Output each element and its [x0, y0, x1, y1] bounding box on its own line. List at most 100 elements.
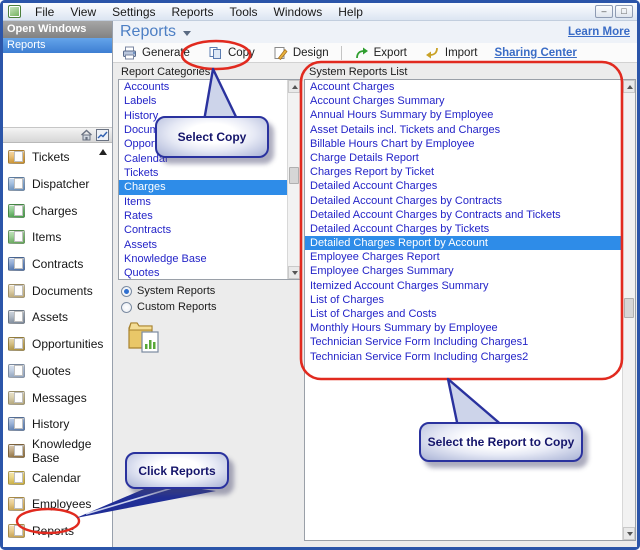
- scroll-down-arrow[interactable]: [288, 266, 300, 279]
- sidebar-item-documents[interactable]: Documents: [3, 277, 112, 304]
- menu-item-settings[interactable]: Settings: [104, 4, 163, 20]
- dispatcher-icon: [8, 177, 25, 191]
- report-row[interactable]: Technician Service Form Including Charge…: [305, 335, 622, 349]
- export-button[interactable]: Export: [345, 43, 416, 62]
- home-icon[interactable]: [80, 129, 93, 141]
- sidebar-item-label: Calendar: [32, 471, 81, 485]
- chart-icon[interactable]: [96, 129, 109, 141]
- sidebar-item-assets[interactable]: Assets: [3, 304, 112, 331]
- category-row[interactable]: Labels: [119, 94, 287, 108]
- reports-scrollbar[interactable]: [622, 80, 635, 540]
- tickets-icon: [8, 150, 25, 164]
- report-row[interactable]: Monthly Hours Summary by Employee: [305, 321, 622, 335]
- report-row[interactable]: Itemized Account Charges Summary: [305, 279, 622, 293]
- categories-scrollbar[interactable]: [287, 80, 300, 279]
- report-row[interactable]: Technician Service Form Including Charge…: [305, 350, 622, 364]
- menu-bar: FileViewSettingsReportsToolsWindowsHelp …: [3, 3, 637, 21]
- category-row[interactable]: Assets: [119, 238, 287, 252]
- generate-label: Generate: [142, 47, 190, 59]
- menu-item-help[interactable]: Help: [330, 4, 371, 20]
- messages-icon: [8, 391, 25, 405]
- copy-button[interactable]: Copy: [199, 43, 264, 62]
- app-icon: [8, 5, 21, 18]
- category-row[interactable]: Knowledge Base: [119, 252, 287, 266]
- opportunities-icon: [8, 337, 25, 351]
- chevron-down-icon[interactable]: [183, 31, 191, 36]
- export-label: Export: [374, 47, 407, 59]
- learn-more-link[interactable]: Learn More: [568, 26, 630, 38]
- report-row[interactable]: Employee Charges Report: [305, 250, 622, 264]
- sharing-center-link[interactable]: Sharing Center: [486, 47, 584, 59]
- report-row[interactable]: List of Charges and Costs: [305, 307, 622, 321]
- sidebar-item-reports[interactable]: Reports: [3, 518, 112, 545]
- category-row[interactable]: Rates: [119, 209, 287, 223]
- open-windows-list: Reports: [3, 38, 112, 53]
- category-row[interactable]: Items: [119, 195, 287, 209]
- report-row[interactable]: Detailed Account Charges: [305, 179, 622, 193]
- report-row[interactable]: Employee Charges Summary: [305, 264, 622, 278]
- category-row[interactable]: Quotes: [119, 266, 287, 279]
- sidebar-item-opportunities[interactable]: Opportunities: [3, 331, 112, 358]
- sidebar-item-label: Items: [32, 230, 61, 244]
- sidebar-item-items[interactable]: Items: [3, 224, 112, 251]
- category-row[interactable]: Tickets: [119, 166, 287, 180]
- minimize-button[interactable]: –: [595, 5, 613, 18]
- radio-icon: [121, 302, 132, 313]
- menu-item-view[interactable]: View: [62, 4, 104, 20]
- menu-item-tools[interactable]: Tools: [222, 4, 266, 20]
- report-row[interactable]: Account Charges: [305, 80, 622, 94]
- sidebar-item-label: Documents: [32, 284, 93, 298]
- report-row[interactable]: Asset Details incl. Tickets and Charges: [305, 123, 622, 137]
- history-icon: [8, 417, 25, 431]
- open-window-item[interactable]: Reports: [3, 38, 112, 53]
- report-row[interactable]: Account Charges Summary: [305, 94, 622, 108]
- sidebar-item-charges[interactable]: Charges: [3, 197, 112, 224]
- report-row[interactable]: Charge Details Report: [305, 151, 622, 165]
- scrollbar-thumb[interactable]: [289, 167, 299, 184]
- custom-reports-radio[interactable]: Custom Reports: [121, 299, 216, 315]
- calendar-icon: [8, 471, 25, 485]
- scrollbar-thumb[interactable]: [624, 298, 634, 318]
- copy-label: Copy: [228, 47, 255, 59]
- design-button[interactable]: Design: [264, 43, 338, 62]
- report-row[interactable]: Detailed Account Charges by Contracts an…: [305, 208, 622, 222]
- scroll-up-icon[interactable]: [99, 149, 107, 155]
- report-row[interactable]: Charges Report by Ticket: [305, 165, 622, 179]
- sidebar-item-label: Quotes: [32, 364, 71, 378]
- open-windows-header: Open Windows: [3, 21, 112, 38]
- restore-button[interactable]: □: [615, 5, 633, 18]
- sidebar-item-contracts[interactable]: Contracts: [3, 251, 112, 278]
- menu-item-windows[interactable]: Windows: [266, 4, 331, 20]
- import-button[interactable]: Import: [416, 43, 487, 62]
- category-row[interactable]: Contracts: [119, 223, 287, 237]
- sidebar-item-employees[interactable]: Employees: [3, 491, 112, 518]
- generate-button[interactable]: Generate: [113, 43, 199, 62]
- category-row[interactable]: Charges: [119, 180, 287, 194]
- sidebar-item-dispatcher[interactable]: Dispatcher: [3, 171, 112, 198]
- toolbar-separator: [341, 46, 342, 60]
- sidebar-item-messages[interactable]: Messages: [3, 384, 112, 411]
- scroll-up-arrow[interactable]: [288, 80, 300, 93]
- sidebar-item-calendar[interactable]: Calendar: [3, 464, 112, 491]
- report-folder-icon[interactable]: [126, 318, 164, 356]
- report-row[interactable]: Detailed Charges Report by Account: [305, 236, 622, 250]
- report-row[interactable]: Detailed Account Charges by Tickets: [305, 222, 622, 236]
- scroll-down-arrow[interactable]: [623, 527, 635, 540]
- scroll-up-arrow[interactable]: [623, 80, 635, 93]
- left-sidebar: Open Windows Reports TicketsDispatcherCh…: [3, 21, 113, 547]
- sidebar-item-tickets[interactable]: Tickets: [3, 144, 112, 171]
- report-row[interactable]: List of Charges: [305, 293, 622, 307]
- report-row[interactable]: Detailed Account Charges by Contracts: [305, 194, 622, 208]
- sidebar-item-knowledge-base[interactable]: Knowledge Base: [3, 438, 112, 465]
- contracts-icon: [8, 257, 25, 271]
- category-row[interactable]: Accounts: [119, 80, 287, 94]
- system-reports-radio[interactable]: System Reports: [121, 283, 216, 299]
- report-row[interactable]: Billable Hours Chart by Employee: [305, 137, 622, 151]
- sidebar-item-history[interactable]: History: [3, 411, 112, 438]
- copy-icon: [208, 46, 223, 60]
- quotes-icon: [8, 364, 25, 378]
- report-row[interactable]: Annual Hours Summary by Employee: [305, 108, 622, 122]
- menu-item-file[interactable]: File: [27, 4, 62, 20]
- sidebar-item-quotes[interactable]: Quotes: [3, 358, 112, 385]
- menu-item-reports[interactable]: Reports: [164, 4, 222, 20]
